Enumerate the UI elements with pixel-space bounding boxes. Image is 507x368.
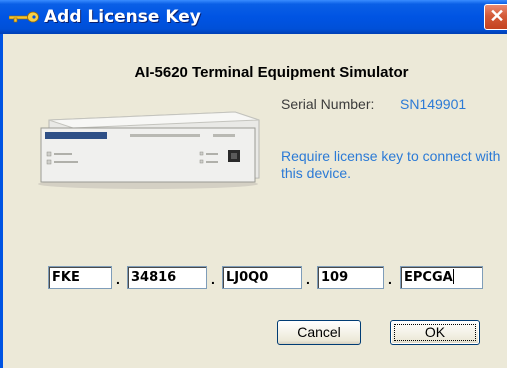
license-key-segment-4[interactable]: 109 (317, 266, 384, 289)
license-key-segment-3[interactable]: LJ0Q0 (222, 266, 302, 289)
device-model-heading: AI-5620 Terminal Equipment Simulator (134, 64, 409, 81)
title-bar[interactable]: Add License Key ✕ (0, 0, 507, 34)
license-key-segment-5-text: EPCGA (404, 270, 453, 285)
license-key-segment-1[interactable]: FKE (48, 266, 112, 289)
serial-number-value: SN149901 (400, 96, 467, 112)
license-key-segment-4-text: 109 (321, 270, 349, 285)
key-separator: . (116, 271, 120, 287)
cancel-button[interactable]: Cancel (277, 320, 361, 345)
ok-button[interactable]: OK (390, 320, 480, 345)
device-image (38, 111, 260, 189)
license-key-segment-2-text: 34816 (131, 270, 177, 285)
focus-rectangle (394, 324, 476, 341)
license-required-message: Require license key to connect with this… (281, 148, 501, 181)
serial-number-label: Serial Number: (281, 96, 375, 112)
text-cursor (452, 269, 454, 284)
dialog-body (0, 34, 507, 368)
key-separator: . (388, 271, 392, 287)
cancel-button-label: Cancel (297, 324, 341, 340)
license-key-segment-1-text: FKE (52, 270, 80, 285)
license-key-segment-5[interactable]: EPCGA (400, 266, 483, 289)
key-icon (9, 11, 39, 23)
close-icon: ✕ (489, 6, 505, 26)
window-title: Add License Key (44, 7, 201, 27)
license-key-segment-2[interactable]: 34816 (127, 266, 207, 289)
key-separator: . (306, 271, 310, 287)
key-separator: . (211, 271, 215, 287)
license-key-segment-3-text: LJ0Q0 (226, 270, 269, 285)
license-dialog: Add License Key ✕ AI-5620 Terminal Equip… (0, 0, 507, 368)
close-button[interactable]: ✕ (484, 4, 507, 30)
